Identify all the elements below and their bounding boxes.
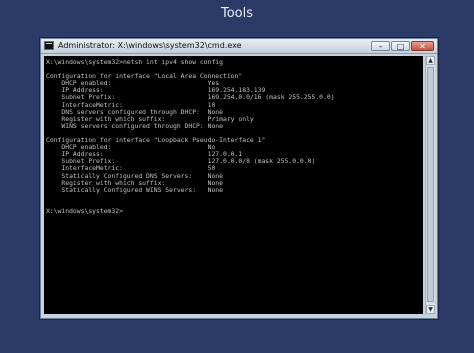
window-titlebar[interactable]: Administrator: X:\windows\system32\cmd.e…: [41, 39, 437, 54]
console-icon: [44, 41, 54, 50]
console-line: X:\windows\system32>: [46, 206, 123, 215]
close-button[interactable]: ✕: [411, 41, 434, 51]
vertical-scrollbar[interactable]: ▲ ▼: [425, 56, 435, 314]
console-line: X:\windows\system32>netsh int ipv4 show …: [46, 58, 223, 66]
maximize-button[interactable]: □: [391, 41, 410, 51]
window-title: Administrator: X:\windows\system32\cmd.e…: [58, 41, 242, 50]
scroll-down-arrow-icon[interactable]: ▼: [426, 305, 435, 314]
console-line: WINS servers configured through DHCP: No…: [46, 121, 223, 130]
page-title: Tools: [220, 6, 254, 21]
console-text: X:\windows\system32>netsh int ipv4 show …: [44, 56, 423, 218]
console-line: Statically Configured WINS Servers: None: [46, 185, 223, 194]
minimize-button[interactable]: –: [371, 41, 390, 51]
cmd-window: Administrator: X:\windows\system32\cmd.e…: [40, 38, 438, 319]
scroll-up-arrow-icon[interactable]: ▲: [426, 56, 435, 65]
scrollbar-thumb[interactable]: [427, 67, 434, 302]
console-output[interactable]: X:\windows\system32>netsh int ipv4 show …: [44, 56, 423, 314]
